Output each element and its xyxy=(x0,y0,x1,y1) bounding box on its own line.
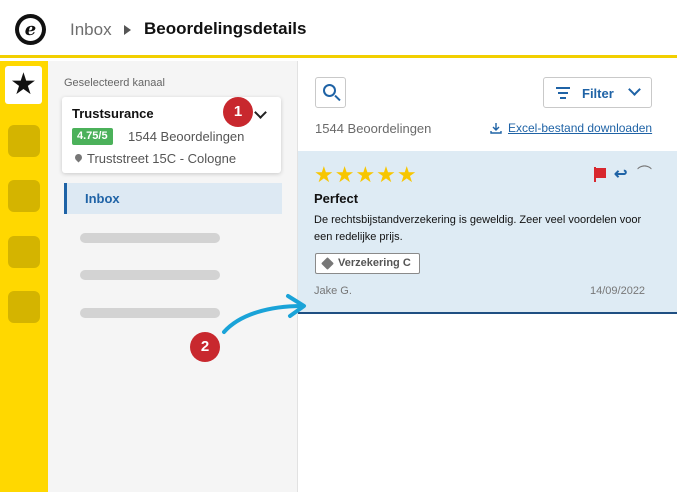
rail-item-3[interactable] xyxy=(8,236,40,268)
flag-icon-fill xyxy=(594,168,606,178)
download-excel-link[interactable]: Excel-bestand downloaden xyxy=(508,121,652,135)
channel-label: Geselecteerd kanaal xyxy=(64,77,165,89)
logo[interactable]: e xyxy=(15,14,46,45)
product-tag[interactable]: Verzekering C xyxy=(315,253,420,274)
reply-icon[interactable]: ↩ xyxy=(614,167,627,183)
breadcrumb-separator-icon xyxy=(124,25,131,35)
total-review-count: 1544 Beoordelingen xyxy=(315,121,432,136)
side-rail: ★ xyxy=(0,61,48,492)
review-date: 14/09/2022 xyxy=(590,285,646,297)
star-rating: ★★★★★ xyxy=(314,162,418,187)
reviewer-name: Jake G. xyxy=(314,285,352,297)
rail-item-4[interactable] xyxy=(8,291,40,323)
attachment-icon[interactable]: ⌒ xyxy=(637,166,652,182)
chevron-down-icon xyxy=(628,83,641,96)
nav-placeholder-2 xyxy=(80,270,220,280)
annotation-arrow-icon xyxy=(222,294,306,334)
nav-placeholder-3 xyxy=(80,308,220,318)
filter-label: Filter xyxy=(582,86,614,101)
score-badge: 4.75/5 xyxy=(72,128,113,145)
download-icon[interactable] xyxy=(490,122,502,134)
location-pin-icon xyxy=(73,152,84,163)
product-tag-label: Verzekering C xyxy=(338,257,411,269)
channel-panel: Geselecteerd kanaal Trustsurance 4.75/5 … xyxy=(48,61,297,492)
review-card[interactable]: ★★★★★ ↩ ⌒ Perfect De rechtsbijstandverze… xyxy=(298,151,677,314)
rail-item-2[interactable] xyxy=(8,180,40,212)
review-actions: ↩ ⌒ xyxy=(594,166,654,183)
review-title: Perfect xyxy=(314,191,359,206)
channel-address: Truststreet 15C - Cologne xyxy=(87,151,237,166)
rail-item-1[interactable] xyxy=(8,125,40,157)
page-title: Beoordelingsdetails xyxy=(144,19,307,38)
search-button[interactable] xyxy=(315,77,346,108)
filter-button[interactable]: Filter xyxy=(543,77,652,108)
star-icon[interactable]: ★ xyxy=(5,66,42,104)
nav-item-inbox[interactable]: Inbox xyxy=(64,183,282,214)
nav-placeholder-1 xyxy=(80,233,220,243)
channel-name: Trustsurance xyxy=(72,106,154,121)
annotation-marker-1: 1 xyxy=(223,97,253,127)
breadcrumb-inbox[interactable]: Inbox xyxy=(70,20,112,40)
filter-icon xyxy=(556,87,570,99)
logo-letter: e xyxy=(19,18,42,41)
tag-icon xyxy=(321,257,334,270)
channel-review-count: 1544 Beoordelingen xyxy=(128,129,245,144)
nav-item-inbox-label: Inbox xyxy=(85,191,120,206)
review-list-panel: Filter 1544 Beoordelingen Excel-bestand … xyxy=(297,61,677,492)
review-text: De rechtsbijstandverzekering is geweldig… xyxy=(314,214,642,243)
top-bar: e Inbox Beoordelingsdetails xyxy=(0,0,677,58)
chevron-down-icon[interactable] xyxy=(254,106,267,119)
search-icon-handle xyxy=(334,94,341,102)
